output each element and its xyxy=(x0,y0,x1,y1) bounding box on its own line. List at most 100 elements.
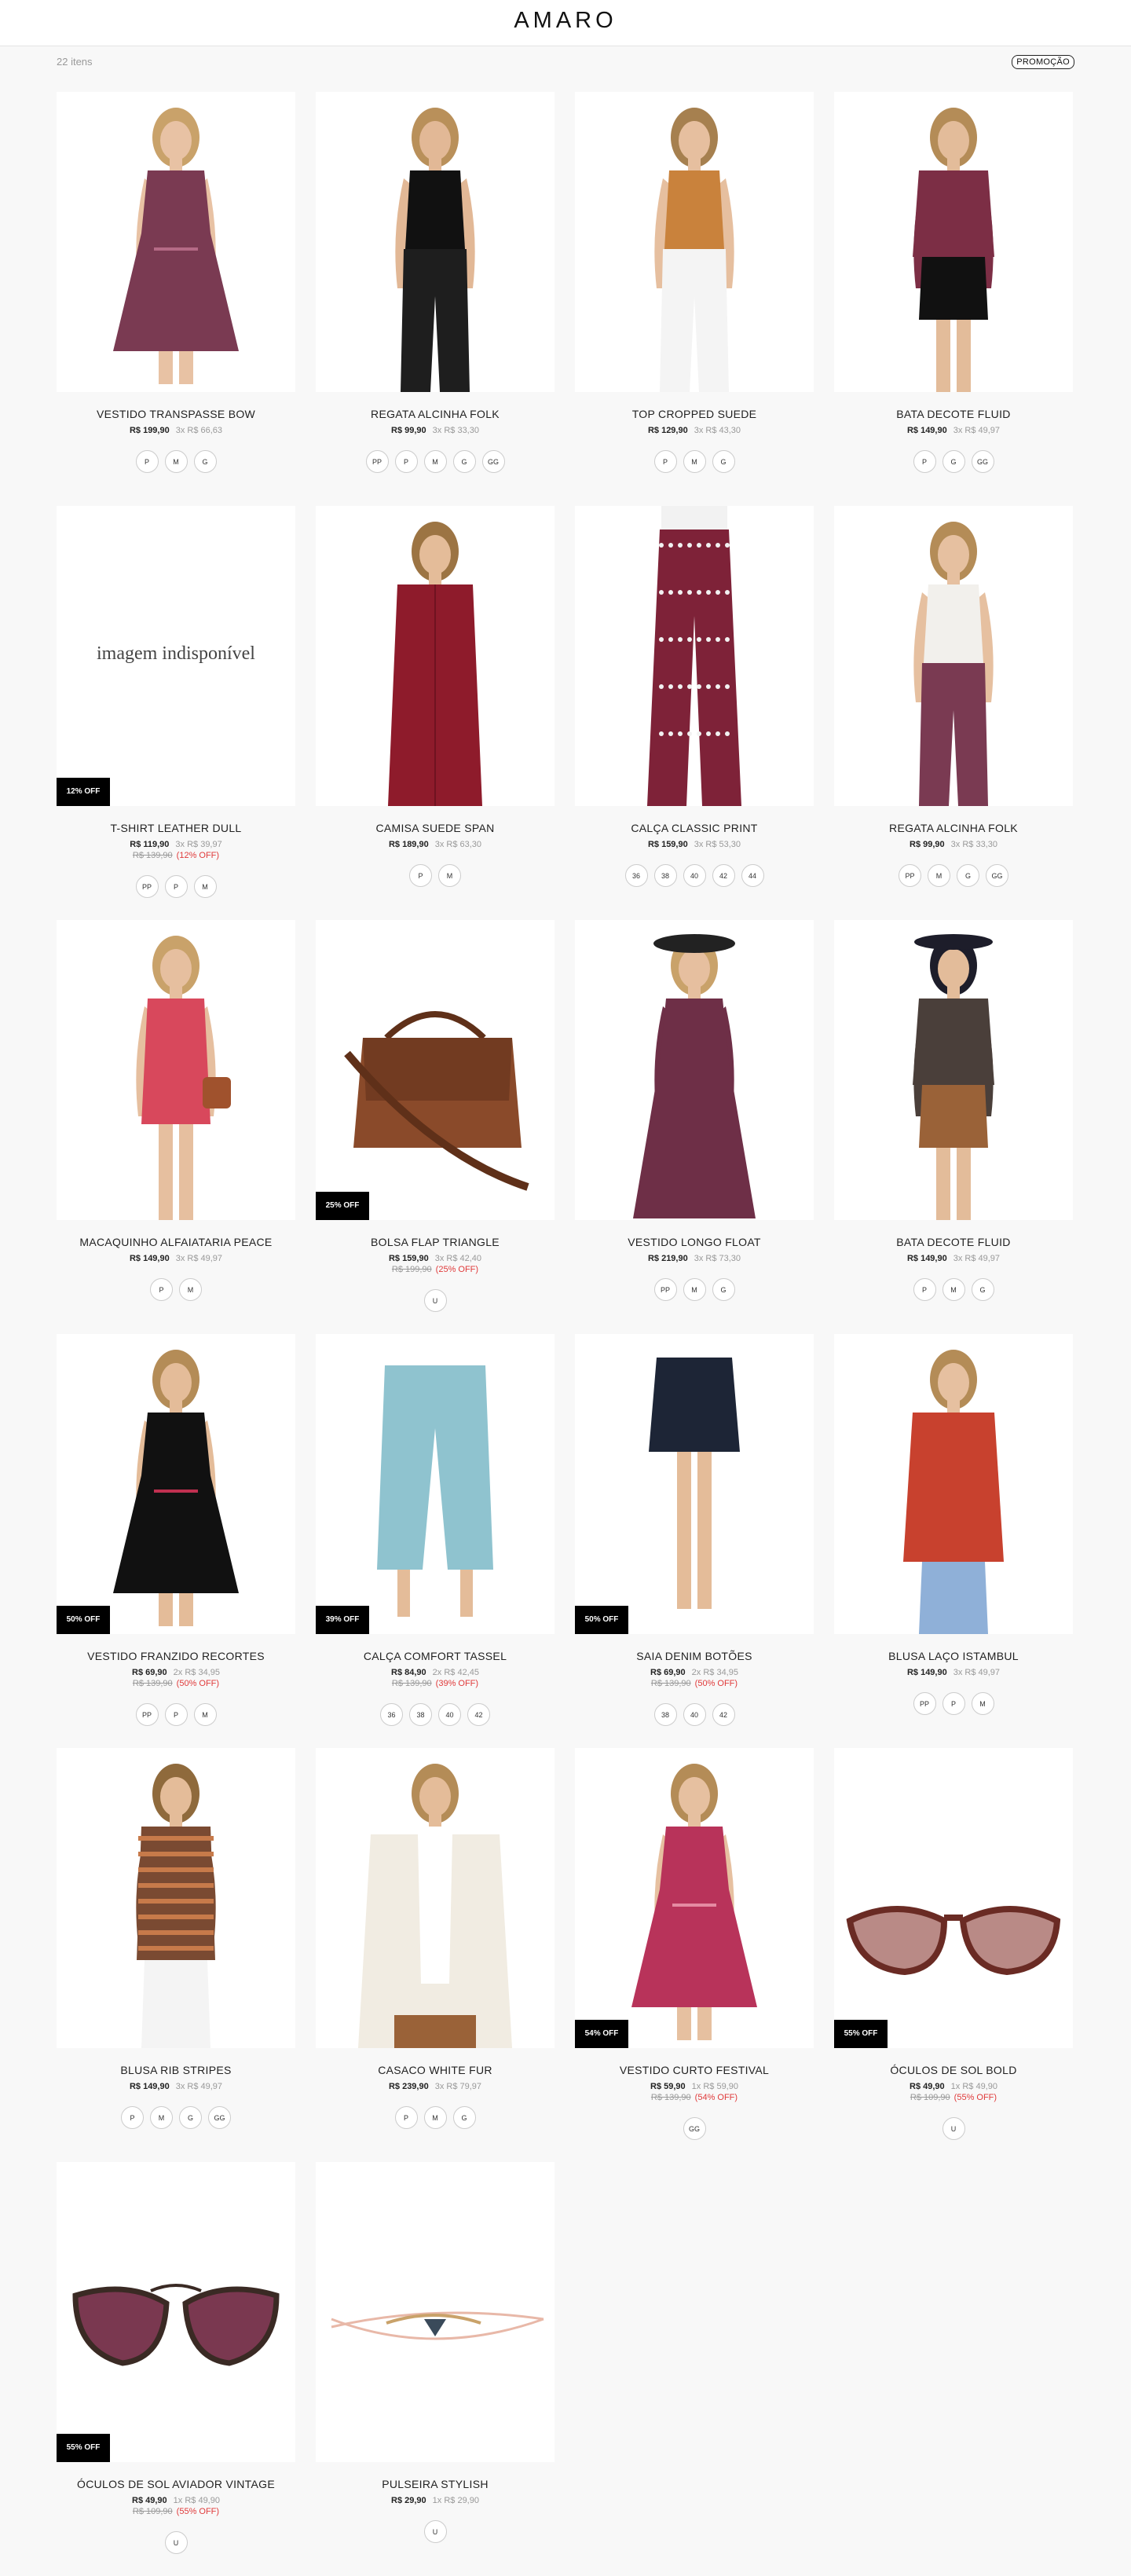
product-image[interactable] xyxy=(834,92,1073,392)
size-option-36[interactable]: 36 xyxy=(380,1703,403,1726)
size-option-40[interactable]: 40 xyxy=(683,864,706,887)
product-image[interactable] xyxy=(57,92,295,392)
size-option-pp[interactable]: PP xyxy=(653,1278,677,1301)
product-card-10[interactable]: 25% OFF BOLSA FLAP TRIANGLE R$ 159,90 3x … xyxy=(316,920,555,1334)
product-card-5[interactable]: imagem indisponível 12% OFF T-SHIRT LEAT… xyxy=(57,506,295,920)
product-image[interactable] xyxy=(575,506,814,806)
product-card-16[interactable]: BLUSA LAÇO ISTAMBUL R$ 149,90 3x R$ 49,97… xyxy=(834,1334,1073,1748)
product-image[interactable]: 50% OFF xyxy=(57,1334,295,1634)
size-option-g[interactable]: G xyxy=(957,864,979,887)
product-card-20[interactable]: 55% OFF ÓCULOS DE SOL BOLD R$ 49,90 1x R$… xyxy=(834,1748,1073,2162)
product-name[interactable]: SAIA DENIM BOTÕES xyxy=(575,1650,814,1662)
product-card-1[interactable]: VESTIDO TRANSPASSE BOW R$ 199,90 3x R$ 66… xyxy=(57,92,295,506)
product-image[interactable] xyxy=(575,92,814,392)
product-image[interactable]: 25% OFF xyxy=(316,920,555,1220)
size-option-u[interactable]: U xyxy=(423,2520,447,2543)
product-card-13[interactable]: 50% OFF VESTIDO FRANZIDO RECORTES R$ 69,… xyxy=(57,1334,295,1748)
size-option-g[interactable]: G xyxy=(712,1278,735,1301)
product-image[interactable] xyxy=(316,1748,555,2048)
product-card-6[interactable]: CAMISA SUEDE SPAN R$ 189,90 3x R$ 63,30 P… xyxy=(316,506,555,920)
product-name[interactable]: T-SHIRT LEATHER DULL xyxy=(57,822,295,834)
size-option-m[interactable]: M xyxy=(423,2106,447,2129)
size-option-m[interactable]: M xyxy=(164,450,188,473)
product-name[interactable]: BLUSA LAÇO ISTAMBUL xyxy=(834,1650,1073,1662)
size-option-g[interactable]: G xyxy=(193,450,217,473)
size-option-gg[interactable]: GG xyxy=(971,450,994,473)
product-card-21[interactable]: 55% OFF ÓCULOS DE SOL AVIADOR VINTAGE R$… xyxy=(57,2162,295,2576)
size-option-40[interactable]: 40 xyxy=(683,1703,706,1726)
size-option-m[interactable]: M xyxy=(193,875,217,898)
product-card-14[interactable]: 39% OFF CALÇA COMFORT TASSEL R$ 84,90 2x … xyxy=(316,1334,555,1748)
promo-filter-tag[interactable]: PROMOÇÃO xyxy=(1012,55,1074,69)
size-option-g[interactable]: G xyxy=(452,450,476,473)
product-image[interactable]: 39% OFF xyxy=(316,1334,555,1634)
product-name[interactable]: PULSEIRA STYLISH xyxy=(316,2478,555,2490)
product-name[interactable]: VESTIDO TRANSPASSE BOW xyxy=(57,408,295,420)
size-option-p[interactable]: P xyxy=(121,2106,144,2129)
size-option-p[interactable]: P xyxy=(942,1692,965,1715)
size-option-pp[interactable]: PP xyxy=(365,450,389,473)
size-option-p[interactable]: P xyxy=(394,2106,418,2129)
size-option-42[interactable]: 42 xyxy=(712,864,735,887)
product-name[interactable]: CAMISA SUEDE SPAN xyxy=(316,822,555,834)
size-option-38[interactable]: 38 xyxy=(653,864,677,887)
product-name[interactable]: REGATA ALCINHA FOLK xyxy=(834,822,1073,834)
product-card-19[interactable]: 54% OFF VESTIDO CURTO FESTIVAL R$ 59,90 1… xyxy=(575,1748,814,2162)
size-option-40[interactable]: 40 xyxy=(438,1703,461,1726)
product-name[interactable]: REGATA ALCINHA FOLK xyxy=(316,408,555,420)
product-name[interactable]: BOLSA FLAP TRIANGLE xyxy=(316,1236,555,1248)
size-option-42[interactable]: 42 xyxy=(467,1703,490,1726)
product-name[interactable]: BLUSA RIB STRIPES xyxy=(57,2064,295,2076)
size-option-m[interactable]: M xyxy=(438,864,461,887)
product-image[interactable] xyxy=(834,1334,1073,1634)
product-card-17[interactable]: BLUSA RIB STRIPES R$ 149,90 3x R$ 49,97 P… xyxy=(57,1748,295,2162)
size-option-38[interactable]: 38 xyxy=(653,1703,677,1726)
product-image[interactable] xyxy=(57,1748,295,2048)
product-card-9[interactable]: MACAQUINHO ALFAIATARIA PEACE R$ 149,90 3x… xyxy=(57,920,295,1334)
product-card-12[interactable]: BATA DECOTE FLUID R$ 149,90 3x R$ 49,97 P… xyxy=(834,920,1073,1334)
size-option-gg[interactable]: GG xyxy=(208,2106,231,2129)
product-image[interactable] xyxy=(57,920,295,1220)
product-card-22[interactable]: PULSEIRA STYLISH R$ 29,90 1x R$ 29,90 U xyxy=(316,2162,555,2576)
size-option-p[interactable]: P xyxy=(913,450,936,473)
product-image[interactable]: imagem indisponível 12% OFF xyxy=(57,506,295,806)
size-option-p[interactable]: P xyxy=(164,1703,188,1726)
product-card-15[interactable]: 50% OFF SAIA DENIM BOTÕES R$ 69,90 2x R$ … xyxy=(575,1334,814,1748)
size-option-p[interactable]: P xyxy=(150,1278,173,1301)
size-option-36[interactable]: 36 xyxy=(624,864,648,887)
product-name[interactable]: BATA DECOTE FLUID xyxy=(834,408,1073,420)
size-option-p[interactable]: P xyxy=(135,450,159,473)
size-option-pp[interactable]: PP xyxy=(135,1703,159,1726)
product-image[interactable] xyxy=(834,506,1073,806)
size-option-g[interactable]: G xyxy=(452,2106,476,2129)
size-option-p[interactable]: P xyxy=(164,875,188,898)
size-option-m[interactable]: M xyxy=(942,1278,965,1301)
size-option-u[interactable]: U xyxy=(164,2531,188,2554)
size-option-g[interactable]: G xyxy=(179,2106,202,2129)
size-option-38[interactable]: 38 xyxy=(409,1703,432,1726)
product-card-18[interactable]: CASACO WHITE FUR R$ 239,90 3x R$ 79,97 PM… xyxy=(316,1748,555,2162)
size-option-m[interactable]: M xyxy=(683,1278,706,1301)
product-name[interactable]: VESTIDO LONGO FLOAT xyxy=(575,1236,814,1248)
product-name[interactable]: VESTIDO CURTO FESTIVAL xyxy=(575,2064,814,2076)
size-option-m[interactable]: M xyxy=(193,1703,217,1726)
size-option-p[interactable]: P xyxy=(394,450,418,473)
product-name[interactable]: TOP CROPPED SUEDE xyxy=(575,408,814,420)
size-option-m[interactable]: M xyxy=(971,1692,994,1715)
size-option-m[interactable]: M xyxy=(928,864,950,887)
size-option-gg[interactable]: GG xyxy=(683,2117,706,2140)
product-image[interactable]: 55% OFF xyxy=(57,2162,295,2462)
product-card-4[interactable]: BATA DECOTE FLUID R$ 149,90 3x R$ 49,97 P… xyxy=(834,92,1073,506)
size-option-g[interactable]: G xyxy=(712,450,735,473)
product-name[interactable]: VESTIDO FRANZIDO RECORTES xyxy=(57,1650,295,1662)
product-image[interactable] xyxy=(316,92,555,392)
product-name[interactable]: BATA DECOTE FLUID xyxy=(834,1236,1073,1248)
amaro-logo[interactable]: AMARO xyxy=(514,8,617,34)
product-name[interactable]: CALÇA COMFORT TASSEL xyxy=(316,1650,555,1662)
size-option-g[interactable]: G xyxy=(971,1278,994,1301)
product-image[interactable]: 54% OFF xyxy=(575,1748,814,2048)
product-image[interactable] xyxy=(575,920,814,1220)
size-option-pp[interactable]: PP xyxy=(913,1692,936,1715)
product-name[interactable]: ÓCULOS DE SOL AVIADOR VINTAGE xyxy=(57,2478,295,2490)
product-card-2[interactable]: REGATA ALCINHA FOLK R$ 99,90 3x R$ 33,30 … xyxy=(316,92,555,506)
